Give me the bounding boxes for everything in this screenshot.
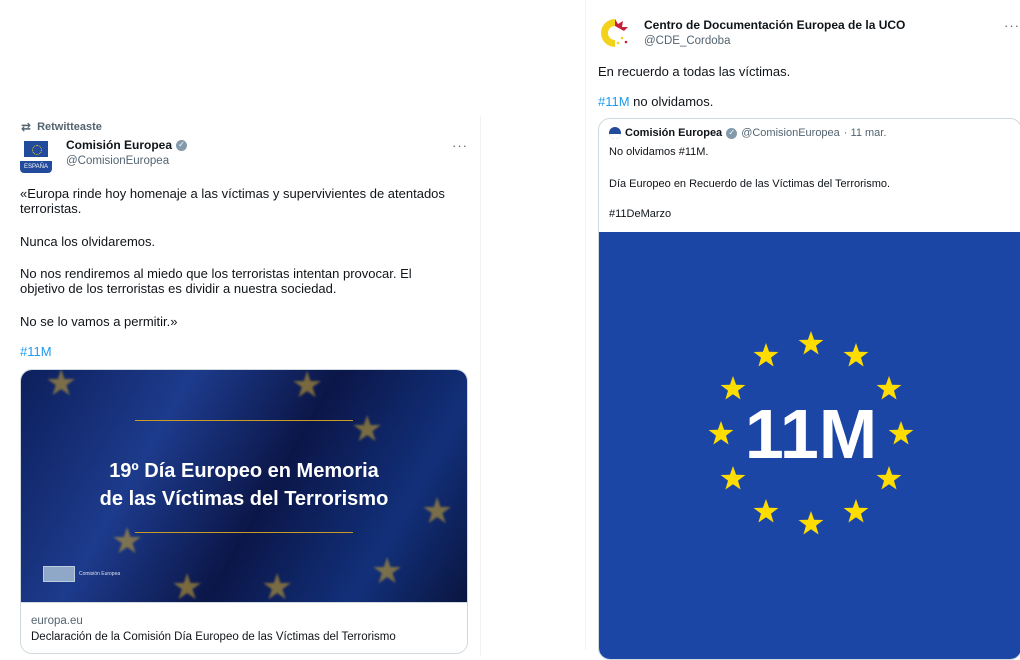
card-title-line: 19º Día Europeo en Memoria: [109, 460, 379, 482]
divider: [135, 532, 353, 533]
eu-star-icon: ★: [351, 408, 384, 449]
hashtag-link[interactable]: #11M: [598, 94, 630, 109]
eu-star-icon: [876, 376, 902, 400]
more-options-icon[interactable]: ···: [1004, 18, 1020, 33]
avatar-label: ESPAÑA: [20, 161, 52, 173]
eu-star-icon: [843, 499, 869, 523]
card-title-line: de las Víctimas del Terrorismo: [99, 488, 389, 510]
eu-star-icon: [753, 343, 779, 367]
author-name-row[interactable]: Comisión Europea ✓: [66, 138, 188, 152]
quoted-tweet[interactable]: Comisión Europea ✓ @ComisionEuropea · 11…: [598, 118, 1020, 660]
eu-star-icon: ★: [111, 520, 144, 561]
avatar[interactable]: [609, 127, 621, 139]
tweet-line-text: no olvidamos.: [629, 94, 714, 109]
tweet-paragraph: No se lo vamos a permitir.»: [20, 314, 178, 329]
author-name[interactable]: Comisión Europea: [66, 138, 172, 152]
quoted-text-line: No olvidamos #11M.: [609, 146, 709, 158]
author-handle[interactable]: @CDE_Cordoba: [644, 35, 730, 47]
commission-logo: Comisión Europea: [43, 566, 120, 582]
eu-star-icon: [753, 499, 779, 523]
tweet-paragraph: «Europa rinde hoy homenaje a las víctima…: [20, 186, 445, 216]
eu-star-icon: [720, 376, 746, 400]
tweet-line: En recuerdo a todas las víctimas.: [598, 64, 791, 79]
link-card[interactable]: ★ ★ ★ ★ ★ ★ ★ ★ 19º Día Europeo en Memor…: [20, 369, 468, 654]
commission-logo-text: Comisión Europea: [79, 571, 121, 577]
card-image[interactable]: ★ ★ ★ ★ ★ ★ ★ ★ 19º Día Europeo en Memor…: [21, 369, 467, 607]
eu-star-icon: [888, 421, 914, 445]
retweet-label: Retwitteaste: [37, 121, 102, 133]
tweet-line: #11M no olvidamos.: [598, 94, 713, 109]
more-options-icon[interactable]: ···: [452, 138, 468, 153]
avatar[interactable]: [598, 16, 632, 50]
eu-star-icon: ★: [291, 369, 324, 405]
quoted-image[interactable]: 11M: [599, 232, 1020, 659]
eu-flag-icon: [24, 141, 48, 157]
card-title: 19º Día Europeo en Memoria de las Víctim…: [21, 457, 467, 513]
card-footer[interactable]: europa.eu Declaración de la Comisión Día…: [21, 602, 467, 653]
quoted-author-name[interactable]: Comisión Europea: [625, 127, 722, 139]
eu-star-icon: [876, 466, 902, 490]
quoted-author-handle[interactable]: @ComisionEuropea: [741, 127, 840, 139]
retweet-icon: ⇄: [21, 120, 32, 134]
eu-star-icon: [798, 331, 824, 355]
author-handle[interactable]: @ComisionEuropea: [66, 155, 169, 167]
eu-star-icon: ★: [45, 369, 78, 403]
verified-badge-icon: ✓: [726, 127, 738, 139]
eu-star-icon: [843, 343, 869, 367]
avatar[interactable]: ESPAÑA: [20, 141, 52, 173]
card-domain: europa.eu: [31, 615, 83, 627]
author-name[interactable]: Centro de Documentación Europea de la UC…: [644, 18, 905, 32]
divider: [135, 420, 353, 421]
verified-badge-icon: ✓: [176, 139, 188, 151]
card-description: Declaración de la Comisión Día Europeo d…: [31, 631, 396, 643]
quoted-tweet-header: Comisión Europea ✓ @ComisionEuropea · 11…: [609, 127, 886, 139]
eu-star-icon: ★: [371, 550, 404, 591]
tweet-paragraph: No nos rendiremos al miedo que los terro…: [20, 266, 412, 296]
eu-star-icon: [798, 511, 824, 535]
hashtag-link[interactable]: #11M: [20, 344, 52, 359]
eu-star-icon: [708, 421, 734, 445]
quoted-text-line: #11DeMarzo: [609, 208, 672, 220]
quote-tweet[interactable]: Centro de Documentación Europea de la UC…: [585, 0, 1020, 660]
commission-logo-icon: [43, 566, 75, 582]
image-headline: 11M: [745, 395, 877, 473]
quoted-text-line: Día Europeo en Recuerdo de las Víctimas …: [609, 178, 891, 190]
eu-11m-graphic: 11M: [708, 331, 914, 535]
quoted-date[interactable]: · 11 mar.: [844, 127, 887, 139]
tweet-paragraph: Nunca los olvidaremos.: [20, 234, 156, 249]
eu-star-icon: [720, 466, 746, 490]
retweet-context: ⇄ Retwitteaste: [21, 120, 102, 134]
retweeted-tweet[interactable]: ⇄ Retwitteaste ESPAÑA Comisión Europea ✓…: [8, 116, 481, 656]
